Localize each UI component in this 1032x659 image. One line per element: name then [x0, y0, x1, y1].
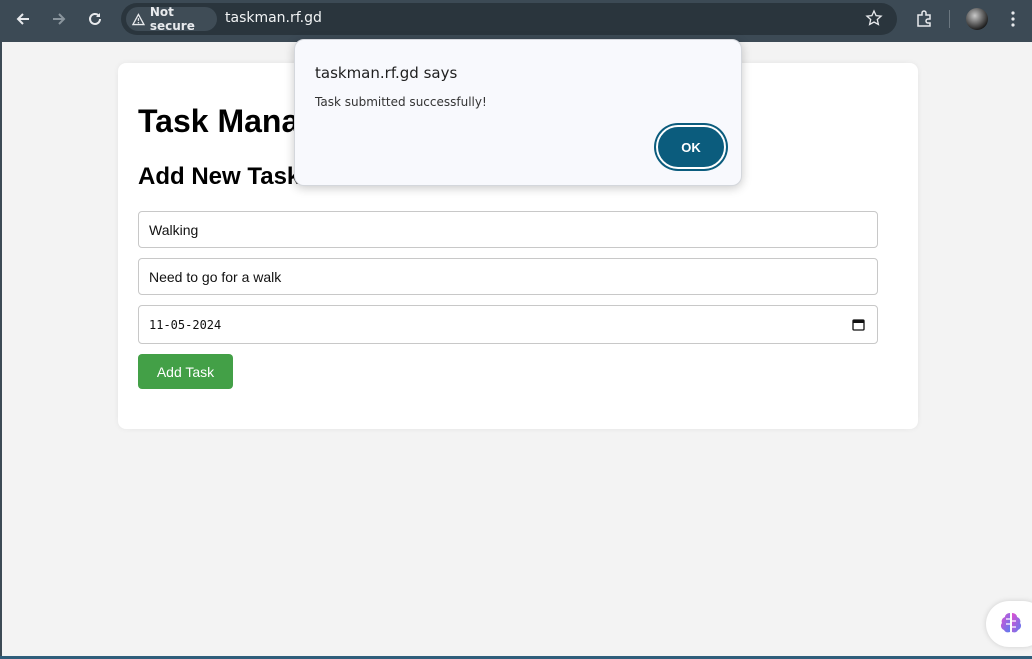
calendar-icon[interactable]	[852, 318, 865, 334]
task-date-value: 11-05-2024	[149, 317, 222, 332]
task-title-input[interactable]: Walking	[138, 211, 878, 248]
task-description-input[interactable]: Need to go for a walk	[138, 258, 878, 295]
address-bar[interactable]: Not secure taskman.rf.gd	[121, 3, 897, 35]
profile-avatar[interactable]	[966, 8, 988, 30]
back-icon[interactable]	[11, 7, 35, 31]
url-text[interactable]: taskman.rf.gd	[225, 10, 322, 26]
toolbar-divider	[949, 10, 950, 28]
dialog-title: taskman.rf.gd says	[315, 64, 458, 82]
bookmark-star-icon[interactable]	[865, 9, 883, 32]
window-edge-left	[0, 42, 2, 659]
warning-icon	[132, 12, 145, 25]
alert-dialog: taskman.rf.gd says Task submitted succes…	[294, 39, 742, 186]
dialog-message: Task submitted successfully!	[315, 95, 487, 109]
ok-button[interactable]: OK	[656, 125, 726, 169]
brain-icon	[1000, 613, 1022, 633]
menu-kebab-icon[interactable]	[1001, 7, 1025, 31]
task-description-value: Need to go for a walk	[149, 268, 282, 285]
extension-widget[interactable]	[986, 601, 1032, 647]
add-task-button[interactable]: Add Task	[138, 354, 233, 389]
reload-icon[interactable]	[83, 7, 107, 31]
task-title-value: Walking	[149, 221, 199, 238]
task-date-input[interactable]: 11-05-2024	[138, 305, 878, 344]
page-title: Task Mana	[138, 103, 300, 139]
forward-icon[interactable]	[47, 7, 71, 31]
security-chip[interactable]: Not secure	[126, 5, 217, 33]
extensions-icon[interactable]	[912, 7, 936, 31]
browser-toolbar: Not secure taskman.rf.gd	[0, 0, 1032, 42]
section-heading: Add New Task	[138, 163, 301, 190]
security-label: Not secure	[149, 5, 195, 33]
